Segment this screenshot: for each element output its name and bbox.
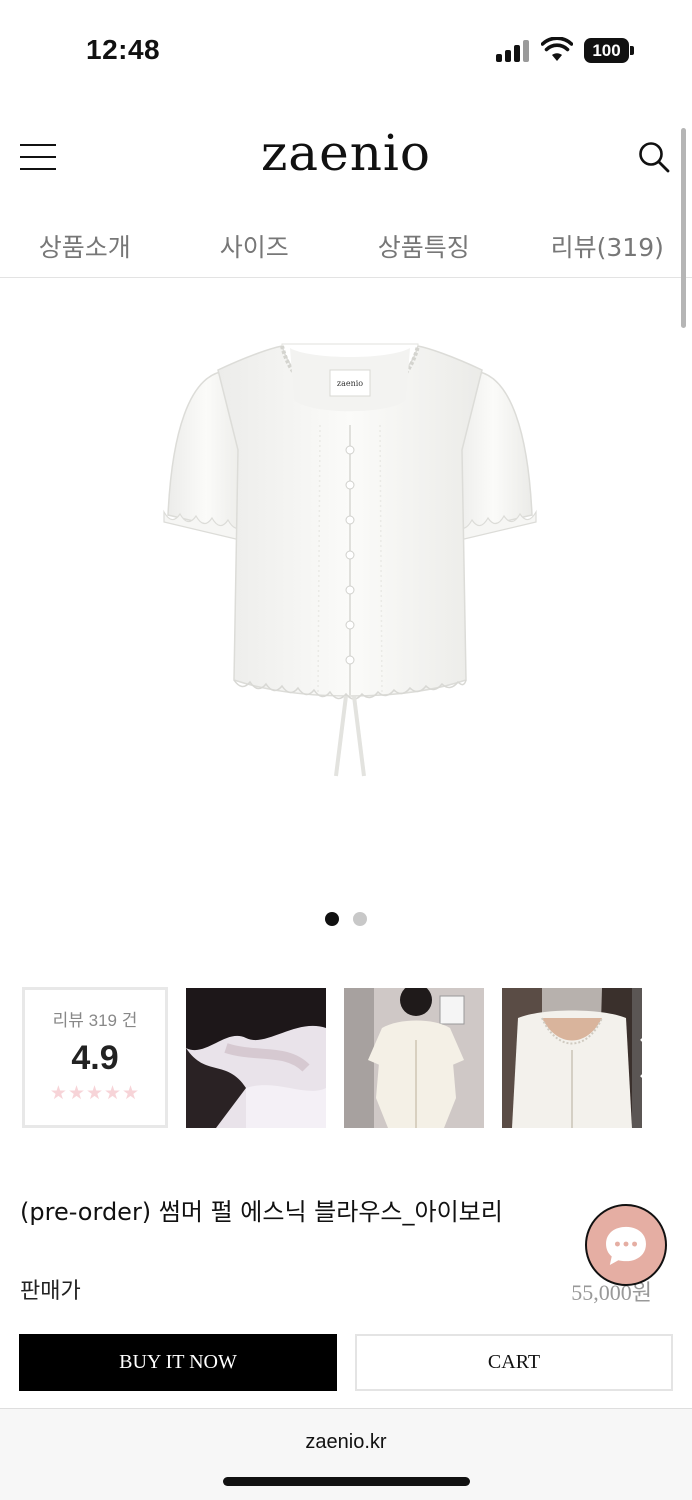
review-photo-3[interactable] xyxy=(502,988,642,1128)
browser-url-bar[interactable]: zaenio.kr xyxy=(0,1408,692,1500)
url-text[interactable]: zaenio.kr xyxy=(0,1431,692,1454)
add-to-cart-button[interactable]: CART xyxy=(355,1334,673,1391)
review-score: 4.9 xyxy=(71,1039,119,1077)
review-count: 리뷰 319 건 xyxy=(52,1011,138,1030)
garment-label-text: zaenio xyxy=(337,379,363,388)
page-scrollbar[interactable] xyxy=(681,128,686,328)
search-icon[interactable] xyxy=(637,140,671,174)
battery-level: 100 xyxy=(584,38,629,63)
brand-logo[interactable]: zaenio xyxy=(0,124,692,182)
chat-bubble-icon xyxy=(606,1226,646,1265)
tab-features[interactable]: 상품특징 xyxy=(339,220,509,277)
carousel-dot-1[interactable] xyxy=(325,912,339,926)
status-time: 12:48 xyxy=(86,34,161,65)
site-header: zaenio xyxy=(0,110,692,206)
tab-product-intro[interactable]: 상품소개 xyxy=(0,220,170,277)
review-summary[interactable]: 리뷰 319 건 4.9 ★★★★★ xyxy=(22,987,168,1128)
rating-stars-icon: ★★★★★ xyxy=(49,1083,141,1104)
chevron-right-icon[interactable] xyxy=(635,1035,665,1081)
price-label: 판매가 xyxy=(20,1279,81,1304)
buy-now-button[interactable]: BUY IT NOW xyxy=(19,1334,337,1391)
product-image[interactable]: zaenio xyxy=(150,300,550,790)
status-bar: 12:48 100 xyxy=(0,0,692,100)
tab-size[interactable]: 사이즈 xyxy=(170,220,340,277)
review-photo-1[interactable] xyxy=(186,988,326,1128)
product-tabs: 상품소개 사이즈 상품특징 리뷰(319) xyxy=(0,220,692,278)
carousel-dots xyxy=(325,912,385,926)
wifi-icon xyxy=(541,37,573,61)
product-title: (pre-order) 썸머 펄 에스닉 블라우스_아이보리 xyxy=(20,1198,503,1226)
tab-reviews[interactable]: 리뷰(319) xyxy=(509,220,692,277)
cellular-signal-icon xyxy=(496,40,532,62)
home-indicator[interactable] xyxy=(223,1477,470,1486)
carousel-dot-2[interactable] xyxy=(353,912,367,926)
chat-button[interactable] xyxy=(585,1204,667,1286)
battery-icon: 100 xyxy=(584,38,634,63)
review-photo-2[interactable] xyxy=(344,988,484,1128)
